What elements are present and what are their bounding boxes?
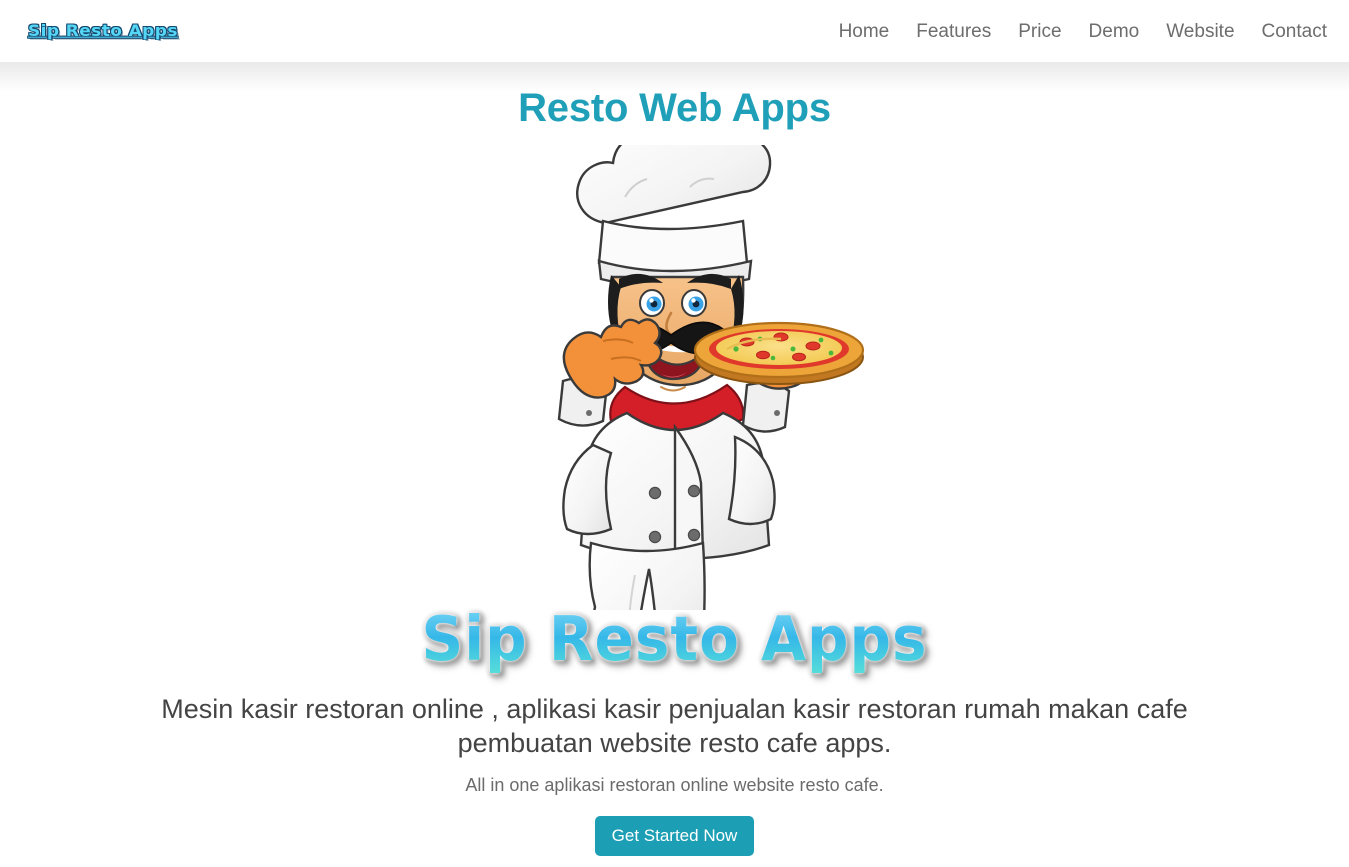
get-started-button[interactable]: Get Started Now	[594, 816, 755, 857]
nav-item-features[interactable]: Features	[916, 22, 991, 41]
hero-section: Resto Web Apps Sip Resto Apps Mesin kasi…	[0, 62, 1349, 857]
chef-holding-pizza-mascot	[485, 145, 865, 610]
hero-logo-wordmark: Sip Resto Apps	[417, 602, 931, 676]
nav-item-demo[interactable]: Demo	[1089, 22, 1140, 41]
nav-item-price[interactable]: Price	[1018, 22, 1061, 41]
page-title: Resto Web Apps	[518, 86, 831, 130]
hero-subtitle: All in one aplikasi restoran online webs…	[465, 775, 884, 796]
nav-item-home[interactable]: Home	[839, 22, 890, 41]
site-header: Sip Resto Apps Home Features Price Demo …	[0, 0, 1349, 62]
main-navigation: Home Features Price Demo Website Contact	[839, 22, 1327, 41]
nav-item-website[interactable]: Website	[1166, 22, 1234, 41]
nav-item-contact[interactable]: Contact	[1262, 22, 1327, 41]
hero-description: Mesin kasir restoran online , aplikasi k…	[161, 694, 1188, 759]
cta-container: Get Started Now	[0, 816, 1349, 857]
brand-logo[interactable]: Sip Resto Apps	[28, 22, 178, 39]
